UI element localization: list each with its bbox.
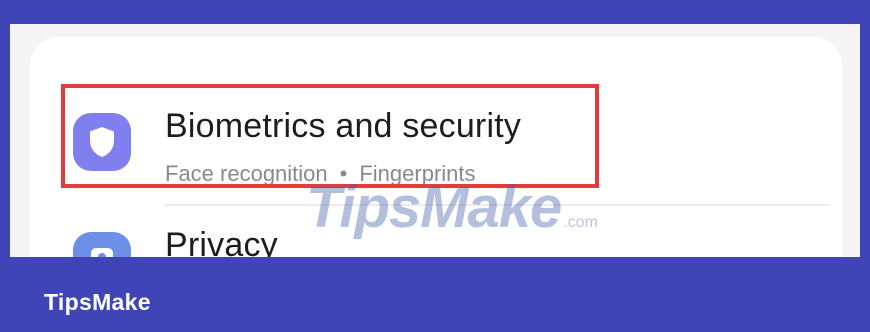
watermark-text: TipsMake bbox=[306, 175, 562, 240]
watermark-suffix: .com bbox=[563, 214, 598, 231]
watermark: TipsMake .com bbox=[306, 174, 598, 241]
privacy-icon bbox=[73, 232, 131, 257]
subtitle-face-recognition: Face recognition bbox=[165, 161, 328, 186]
settings-item-title: Biometrics and security bbox=[165, 107, 522, 145]
shield-icon bbox=[73, 113, 131, 171]
settings-screen: Biometrics and security Face recognition… bbox=[10, 24, 860, 257]
footer-brand: TipsMake bbox=[44, 289, 151, 315]
screenshot-frame: Biometrics and security Face recognition… bbox=[0, 0, 870, 332]
footer-bar: TipsMake bbox=[0, 257, 870, 332]
settings-item-title: Privacy bbox=[165, 226, 278, 257]
